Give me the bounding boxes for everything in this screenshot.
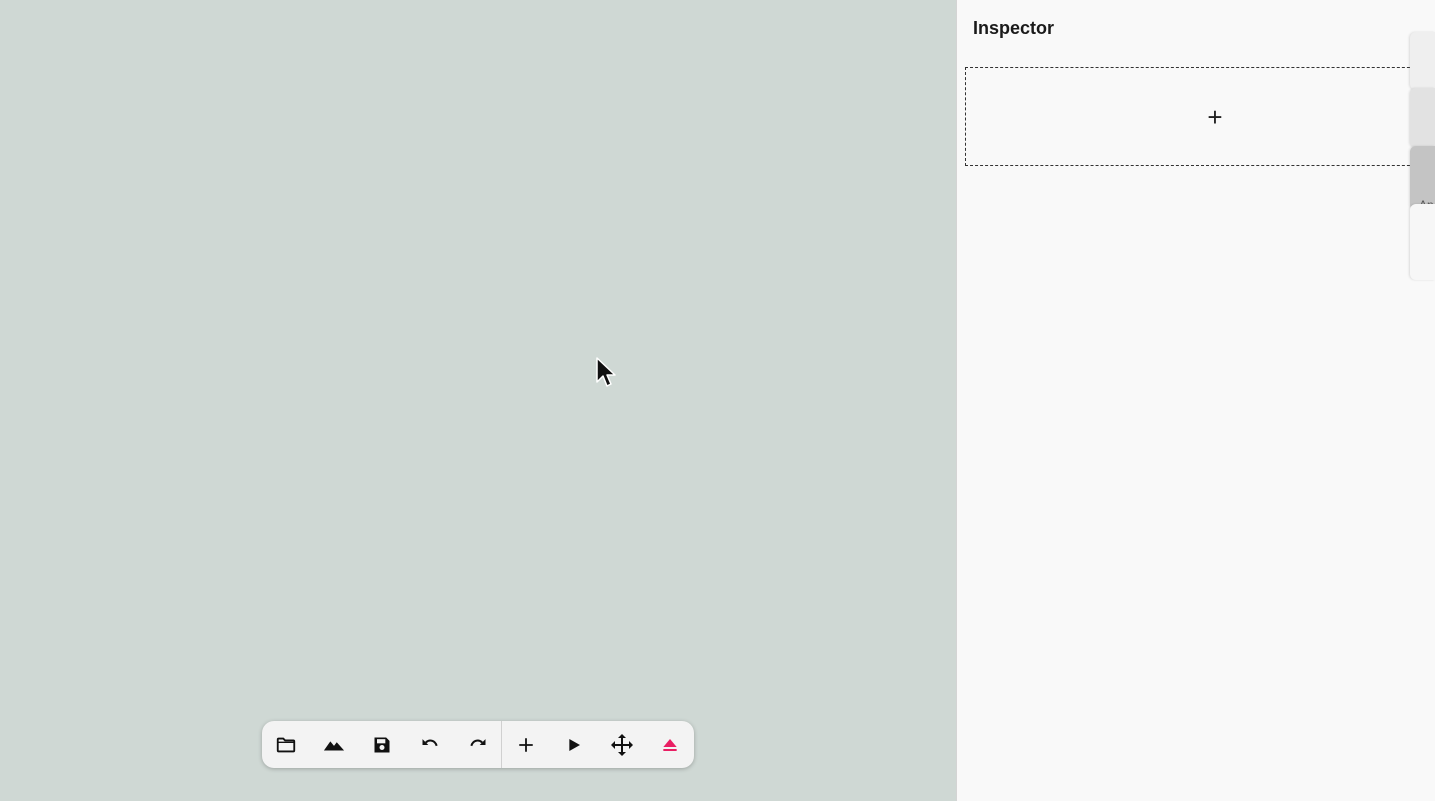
redo-icon <box>469 738 485 746</box>
terrain-icon <box>323 740 344 750</box>
eject-icon <box>663 738 677 751</box>
terrain-button[interactable] <box>310 721 358 768</box>
redo-button[interactable] <box>454 721 502 768</box>
inspector-title: Inspector <box>973 18 1055 38</box>
plus-icon <box>519 737 534 752</box>
plus-icon: + <box>1207 101 1223 132</box>
save-button[interactable] <box>358 721 406 768</box>
app-window: Inspector + An <box>0 0 1435 801</box>
add-button[interactable] <box>502 721 550 768</box>
side-tab-3[interactable]: An <box>1410 146 1435 210</box>
side-tab-1[interactable] <box>1410 32 1435 90</box>
side-tab-4[interactable] <box>1410 204 1435 280</box>
toolbar <box>262 721 694 768</box>
undo-button[interactable] <box>406 721 454 768</box>
mouse-cursor-icon <box>596 357 616 387</box>
eject-button[interactable] <box>646 721 694 768</box>
open-folder-button[interactable] <box>262 721 310 768</box>
move-icon <box>611 733 634 756</box>
add-component-zone[interactable]: + <box>965 67 1435 166</box>
play-icon <box>569 738 581 751</box>
play-button[interactable] <box>550 721 598 768</box>
folder-icon <box>276 737 296 752</box>
inspector-panel: Inspector + An <box>956 0 1435 801</box>
move-button[interactable] <box>598 721 646 768</box>
save-icon <box>374 737 390 752</box>
undo-icon <box>422 738 438 746</box>
side-tab-2[interactable] <box>1410 88 1435 148</box>
canvas-area[interactable] <box>0 0 956 801</box>
